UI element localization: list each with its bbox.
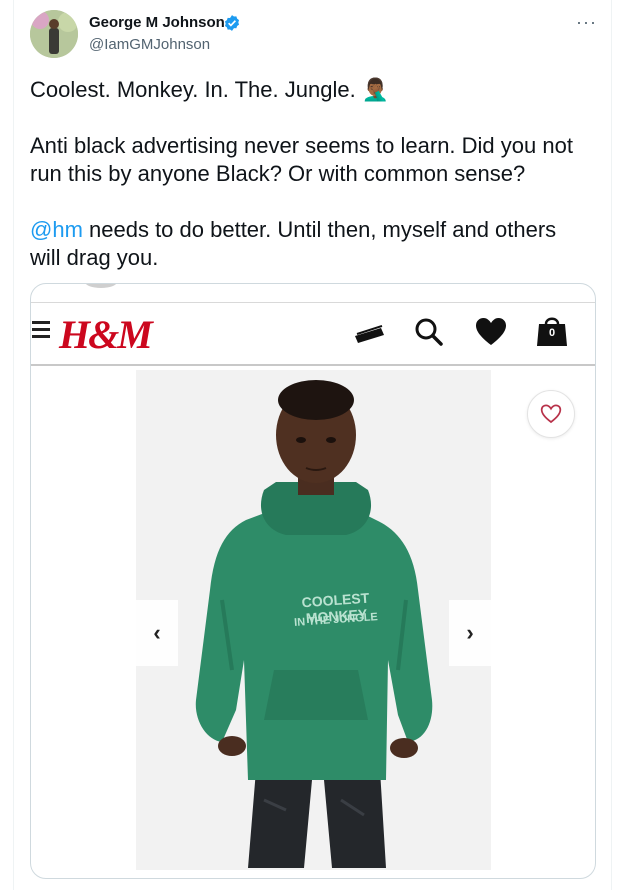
hm-header: H&M 0 — [31, 302, 595, 366]
author-handle[interactable]: @IamGMJohnson — [89, 36, 210, 53]
card-icon[interactable] — [353, 323, 387, 345]
tweet-text-line2: Anti black advertising never seems to le… — [30, 133, 573, 186]
search-icon[interactable] — [414, 317, 444, 347]
next-image-arrow[interactable]: › — [449, 600, 491, 666]
shopping-bag-icon[interactable]: 0 — [536, 314, 568, 348]
tweet-text-line3-rest: needs to do better. Until then, myself a… — [30, 217, 557, 270]
cropped-avatar-fragment — [85, 284, 117, 288]
author-name[interactable]: George M Johnson — [89, 14, 225, 31]
favorite-toggle-button[interactable] — [527, 390, 575, 438]
bag-count: 0 — [548, 327, 556, 339]
product-photo: COOLEST MONKEY IN THE JUNGLE — [136, 370, 491, 870]
tweet-text-line1: Coolest. Monkey. In. The. Jungle. 🤦🏾‍♂️ — [30, 77, 390, 102]
verified-badge-icon — [224, 15, 240, 31]
hm-logo[interactable]: H&M — [59, 311, 153, 358]
favorites-heart-icon[interactable] — [475, 317, 507, 347]
hamburger-menu-icon[interactable] — [32, 321, 50, 338]
previous-image-arrow[interactable]: ‹ — [136, 600, 178, 666]
mention-link[interactable]: @hm — [30, 217, 83, 242]
more-options-icon[interactable]: ··· — [576, 12, 597, 33]
tweet-text-line3: @hm needs to do better. Until then, myse… — [30, 216, 590, 272]
tweet-media-image[interactable]: H&M 0 COOLEST MONKEY IN THE JUNGLE ‹ › — [30, 283, 596, 879]
author-avatar[interactable] — [30, 10, 78, 58]
heart-outline-icon — [540, 404, 562, 424]
